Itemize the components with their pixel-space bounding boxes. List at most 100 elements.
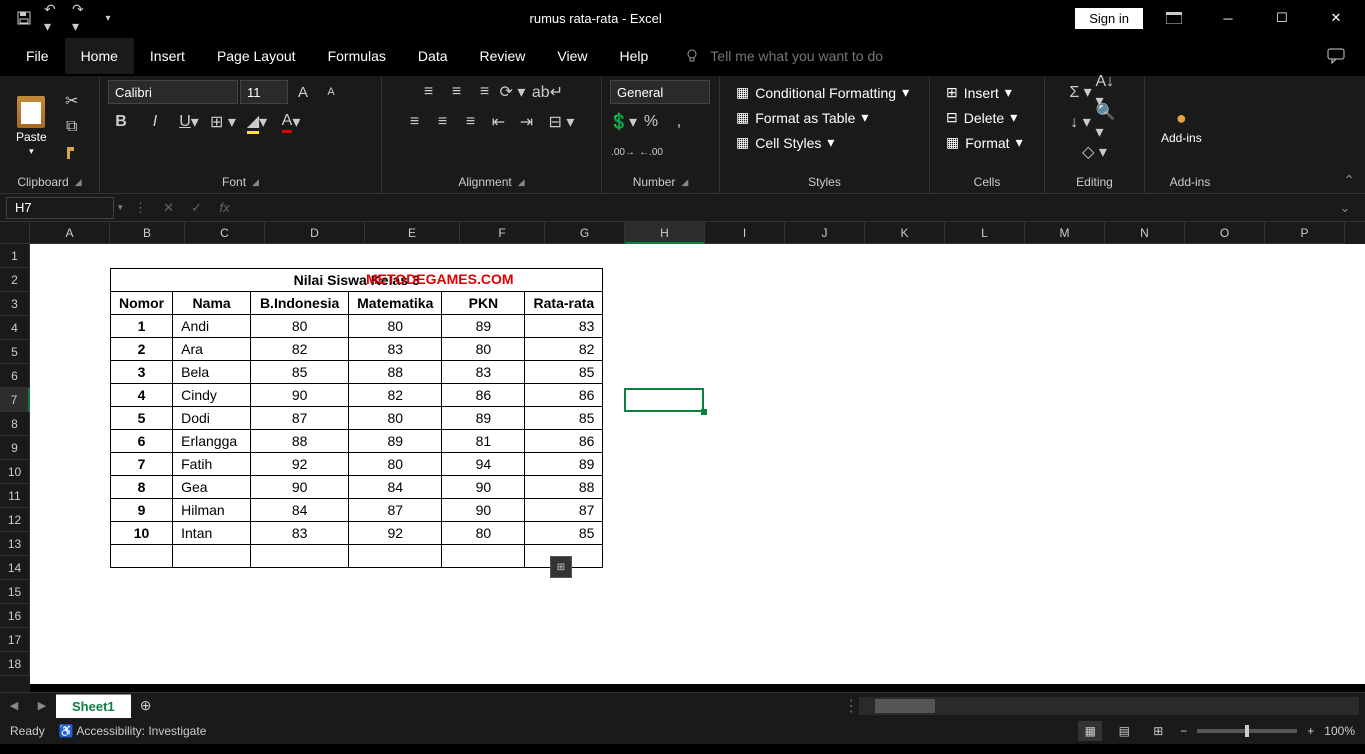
autosum-icon[interactable]: Σ ▾ — [1068, 80, 1094, 104]
insert-cells-button[interactable]: ⊞Insert ▾ — [938, 80, 1020, 105]
name-box[interactable] — [6, 197, 114, 219]
font-dialog-launcher[interactable]: ◢ — [252, 177, 259, 188]
add-sheet-icon[interactable]: ⊕ — [131, 697, 161, 714]
normal-view-icon[interactable]: ▦ — [1078, 721, 1102, 741]
fill-color-icon[interactable]: ◢ ▾ — [244, 110, 270, 134]
menu-view[interactable]: View — [541, 38, 603, 74]
clipboard-dialog-launcher[interactable]: ◢ — [75, 177, 82, 188]
underline-button[interactable]: U ▾ — [176, 110, 202, 134]
fill-handle[interactable] — [701, 409, 707, 415]
menu-review[interactable]: Review — [464, 38, 542, 74]
cells-area[interactable]: METODEGAMES.COM Nilai Siswa Kelas 3 Nomo… — [30, 244, 1365, 692]
col-header-C[interactable]: C — [185, 222, 265, 244]
redo-icon[interactable]: ↷ ▾ — [72, 10, 88, 26]
quick-analysis-icon[interactable]: ⊞ — [550, 556, 572, 578]
menu-page-layout[interactable]: Page Layout — [201, 38, 312, 74]
col-header-G[interactable]: G — [545, 222, 625, 244]
font-size-select[interactable] — [240, 80, 288, 104]
page-break-view-icon[interactable]: ⊞ — [1146, 721, 1170, 741]
row-header-12[interactable]: 12 — [0, 508, 30, 532]
row-header-8[interactable]: 8 — [0, 412, 30, 436]
increase-font-icon[interactable]: A — [290, 80, 316, 104]
col-header-J[interactable]: J — [785, 222, 865, 244]
format-cells-button[interactable]: ▦Format ▾ — [938, 130, 1031, 155]
sheet-nav-next-icon[interactable]: ▶ — [28, 699, 56, 712]
col-header-L[interactable]: L — [945, 222, 1025, 244]
comma-icon[interactable]: , — [666, 110, 692, 134]
find-icon[interactable]: 🔍 ▾ — [1096, 110, 1122, 134]
menu-help[interactable]: Help — [604, 38, 665, 74]
page-layout-view-icon[interactable]: ▤ — [1112, 721, 1136, 741]
font-name-select[interactable] — [108, 80, 238, 104]
percent-icon[interactable]: % — [638, 110, 664, 134]
bold-button[interactable]: B — [108, 110, 134, 134]
save-icon[interactable] — [16, 10, 32, 26]
orientation-icon[interactable]: ⟳ ▾ — [500, 80, 526, 104]
sheet-tab-active[interactable]: Sheet1 — [56, 694, 131, 718]
font-color-icon[interactable]: A ▾ — [278, 110, 304, 134]
paste-button[interactable]: Paste▾ — [8, 92, 55, 161]
col-header-E[interactable]: E — [365, 222, 460, 244]
comments-icon[interactable] — [1327, 48, 1345, 64]
align-left-icon[interactable]: ≡ — [402, 110, 428, 134]
maximize-icon[interactable]: ☐ — [1259, 0, 1305, 36]
col-header-O[interactable]: O — [1185, 222, 1265, 244]
row-header-17[interactable]: 17 — [0, 628, 30, 652]
menu-formulas[interactable]: Formulas — [312, 38, 402, 74]
undo-icon[interactable]: ↶ ▾ — [44, 10, 60, 26]
cut-icon[interactable]: ✂ — [59, 89, 85, 113]
scroll-separator[interactable]: ⋮ — [843, 696, 853, 716]
delete-cells-button[interactable]: ⊟Delete ▾ — [938, 105, 1025, 130]
merge-icon[interactable]: ⊟ ▾ — [542, 110, 582, 134]
decrease-indent-icon[interactable]: ⇤ — [486, 110, 512, 134]
row-header-4[interactable]: 4 — [0, 316, 30, 340]
row-header-15[interactable]: 15 — [0, 580, 30, 604]
row-header-5[interactable]: 5 — [0, 340, 30, 364]
formula-input[interactable] — [239, 200, 1331, 215]
fx-icon[interactable]: fx — [211, 194, 239, 222]
align-bottom-icon[interactable]: ≡ — [472, 80, 498, 104]
italic-button[interactable]: I — [142, 110, 168, 134]
zoom-out-icon[interactable]: − — [1180, 724, 1187, 738]
cell-styles-button[interactable]: ▦Cell Styles ▾ — [728, 130, 842, 155]
col-header-I[interactable]: I — [705, 222, 785, 244]
copy-icon[interactable]: ⧉ — [59, 115, 85, 139]
sort-filter-icon[interactable]: A↓ ▾ — [1096, 80, 1122, 104]
align-center-icon[interactable]: ≡ — [430, 110, 456, 134]
row-header-11[interactable]: 11 — [0, 484, 30, 508]
decrease-decimal-icon[interactable]: ←.00 — [638, 140, 664, 164]
fill-icon[interactable]: ↓ ▾ — [1068, 110, 1094, 134]
accessibility-status[interactable]: ♿ Accessibility: Investigate — [59, 724, 207, 738]
row-header-1[interactable]: 1 — [0, 244, 30, 268]
addins-button[interactable]: ● Add-ins — [1153, 104, 1210, 149]
col-header-N[interactable]: N — [1105, 222, 1185, 244]
col-header-P[interactable]: P — [1265, 222, 1345, 244]
menu-data[interactable]: Data — [402, 38, 464, 74]
align-middle-icon[interactable]: ≡ — [444, 80, 470, 104]
row-header-18[interactable]: 18 — [0, 652, 30, 676]
cancel-formula-icon[interactable]: ✕ — [155, 194, 183, 222]
row-header-2[interactable]: 2 — [0, 268, 30, 292]
row-header-7[interactable]: 7 — [0, 388, 30, 412]
sheet-nav-prev-icon[interactable]: ◀ — [0, 699, 28, 712]
expand-formula-bar-icon[interactable]: ⌄ — [1331, 194, 1359, 222]
decrease-font-icon[interactable]: A — [318, 80, 344, 104]
align-top-icon[interactable]: ≡ — [416, 80, 442, 104]
borders-icon[interactable]: ⊞ ▾ — [210, 110, 236, 134]
row-header-16[interactable]: 16 — [0, 604, 30, 628]
row-header-14[interactable]: 14 — [0, 556, 30, 580]
col-header-F[interactable]: F — [460, 222, 545, 244]
number-dialog-launcher[interactable]: ◢ — [681, 177, 688, 188]
zoom-slider[interactable] — [1197, 729, 1297, 733]
number-format-select[interactable] — [610, 80, 710, 104]
menu-home[interactable]: Home — [65, 38, 134, 74]
currency-icon[interactable]: 💲▾ — [610, 110, 636, 134]
row-header-3[interactable]: 3 — [0, 292, 30, 316]
enter-formula-icon[interactable]: ✓ — [183, 194, 211, 222]
tell-me-input[interactable] — [710, 48, 950, 64]
clear-icon[interactable]: ◇ ▾ — [1082, 140, 1108, 164]
row-header-13[interactable]: 13 — [0, 532, 30, 556]
menu-file[interactable]: File — [10, 38, 65, 74]
increase-indent-icon[interactable]: ⇥ — [514, 110, 540, 134]
menu-insert[interactable]: Insert — [134, 38, 201, 74]
